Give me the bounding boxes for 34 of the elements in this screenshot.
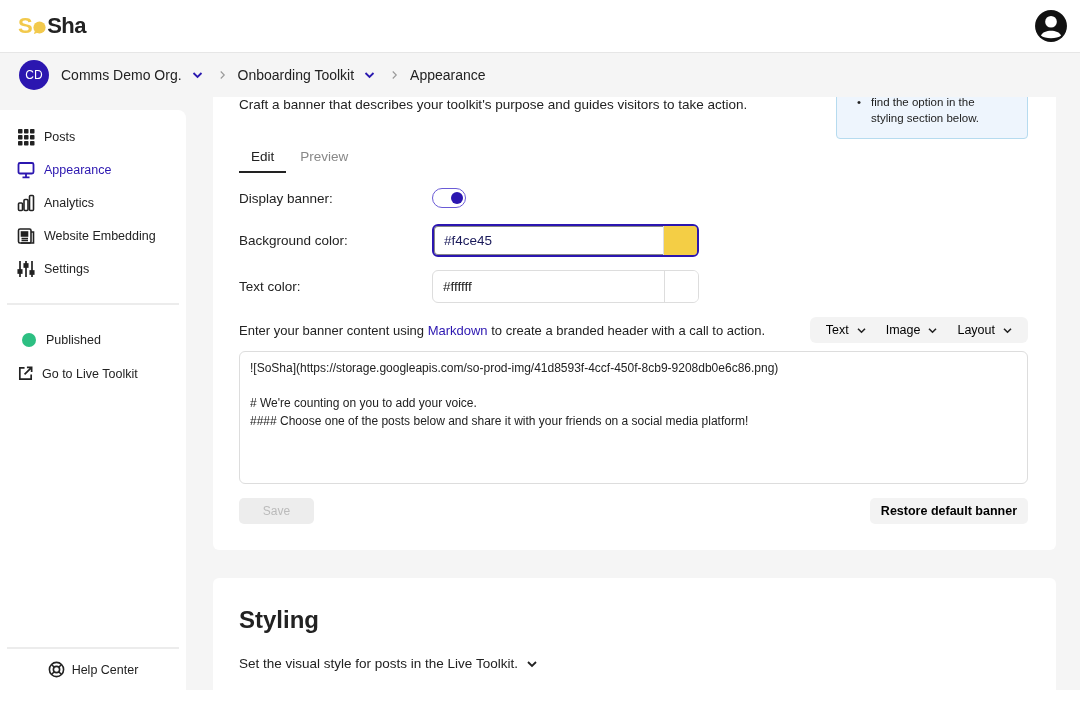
section-title: Styling xyxy=(239,606,320,634)
format-dropdown[interactable]: Layout xyxy=(947,323,1022,337)
format-dropdown[interactable]: Image xyxy=(875,323,948,337)
content-instructions: Enter your banner content using Markdown to create a branded header with a call to action. xyxy=(239,322,766,338)
sosha-logo[interactable]: S Sha xyxy=(18,13,87,39)
format-dropdown[interactable]: Text xyxy=(815,323,876,337)
field-label: Display banner: xyxy=(239,190,334,206)
info-text: find the option in the styling section below. xyxy=(871,97,981,126)
editor-text-line: #### Choose one of the posts below and share it with your friends on a social media platform! xyxy=(250,412,750,430)
sidebar-item[interactable]: Analytics xyxy=(0,186,186,219)
color-input-field[interactable]: #f4ce45 xyxy=(432,223,699,257)
sidebar-item[interactable]: Appearance xyxy=(0,153,186,186)
editor-text-line: # We're counting on you to add your voice. xyxy=(250,395,478,412)
field-label: Background color: xyxy=(239,232,349,248)
editor-tab[interactable]: Preview xyxy=(288,143,361,173)
color-input-field[interactable]: #ffffff xyxy=(432,269,699,303)
breadcrumb-item[interactable]: Appearance xyxy=(410,67,486,83)
breadcrumb-item[interactable]: Onboarding Toolkit xyxy=(237,67,355,83)
restore-default-button[interactable]: Restore default banner xyxy=(869,498,1028,524)
field-label: Text color: xyxy=(239,278,302,294)
editor-text-line: ![SoSha](https://storage.googleapis.com/so-prod-img/41d8593f-4ccf-450f-8cb9-9208db0e6c86.png) xyxy=(250,360,780,377)
sidebar-item[interactable]: Posts xyxy=(0,120,186,153)
banner-description: Craft a banner that describes your toolkit's purpose and guides visitors to take action. xyxy=(239,97,748,112)
help-center-link[interactable]: Help Center xyxy=(0,661,186,678)
markdown-link[interactable]: Markdown xyxy=(427,322,488,338)
breadcrumb-item[interactable]: Comms Demo Org. xyxy=(61,67,182,83)
editor-tab[interactable]: Edit xyxy=(239,143,287,173)
sidebar-item[interactable]: Settings xyxy=(0,252,186,285)
sidebar-item[interactable]: Website Embedding xyxy=(0,219,186,252)
bullet-mark: • xyxy=(857,97,862,110)
section-subtitle: Set the visual style for posts in the Live Toolkit. xyxy=(239,656,518,671)
live-toolkit-link[interactable]: Go to Live Toolkit xyxy=(0,357,186,390)
org-avatar: CD xyxy=(19,60,49,90)
status-label: Published xyxy=(46,333,101,347)
